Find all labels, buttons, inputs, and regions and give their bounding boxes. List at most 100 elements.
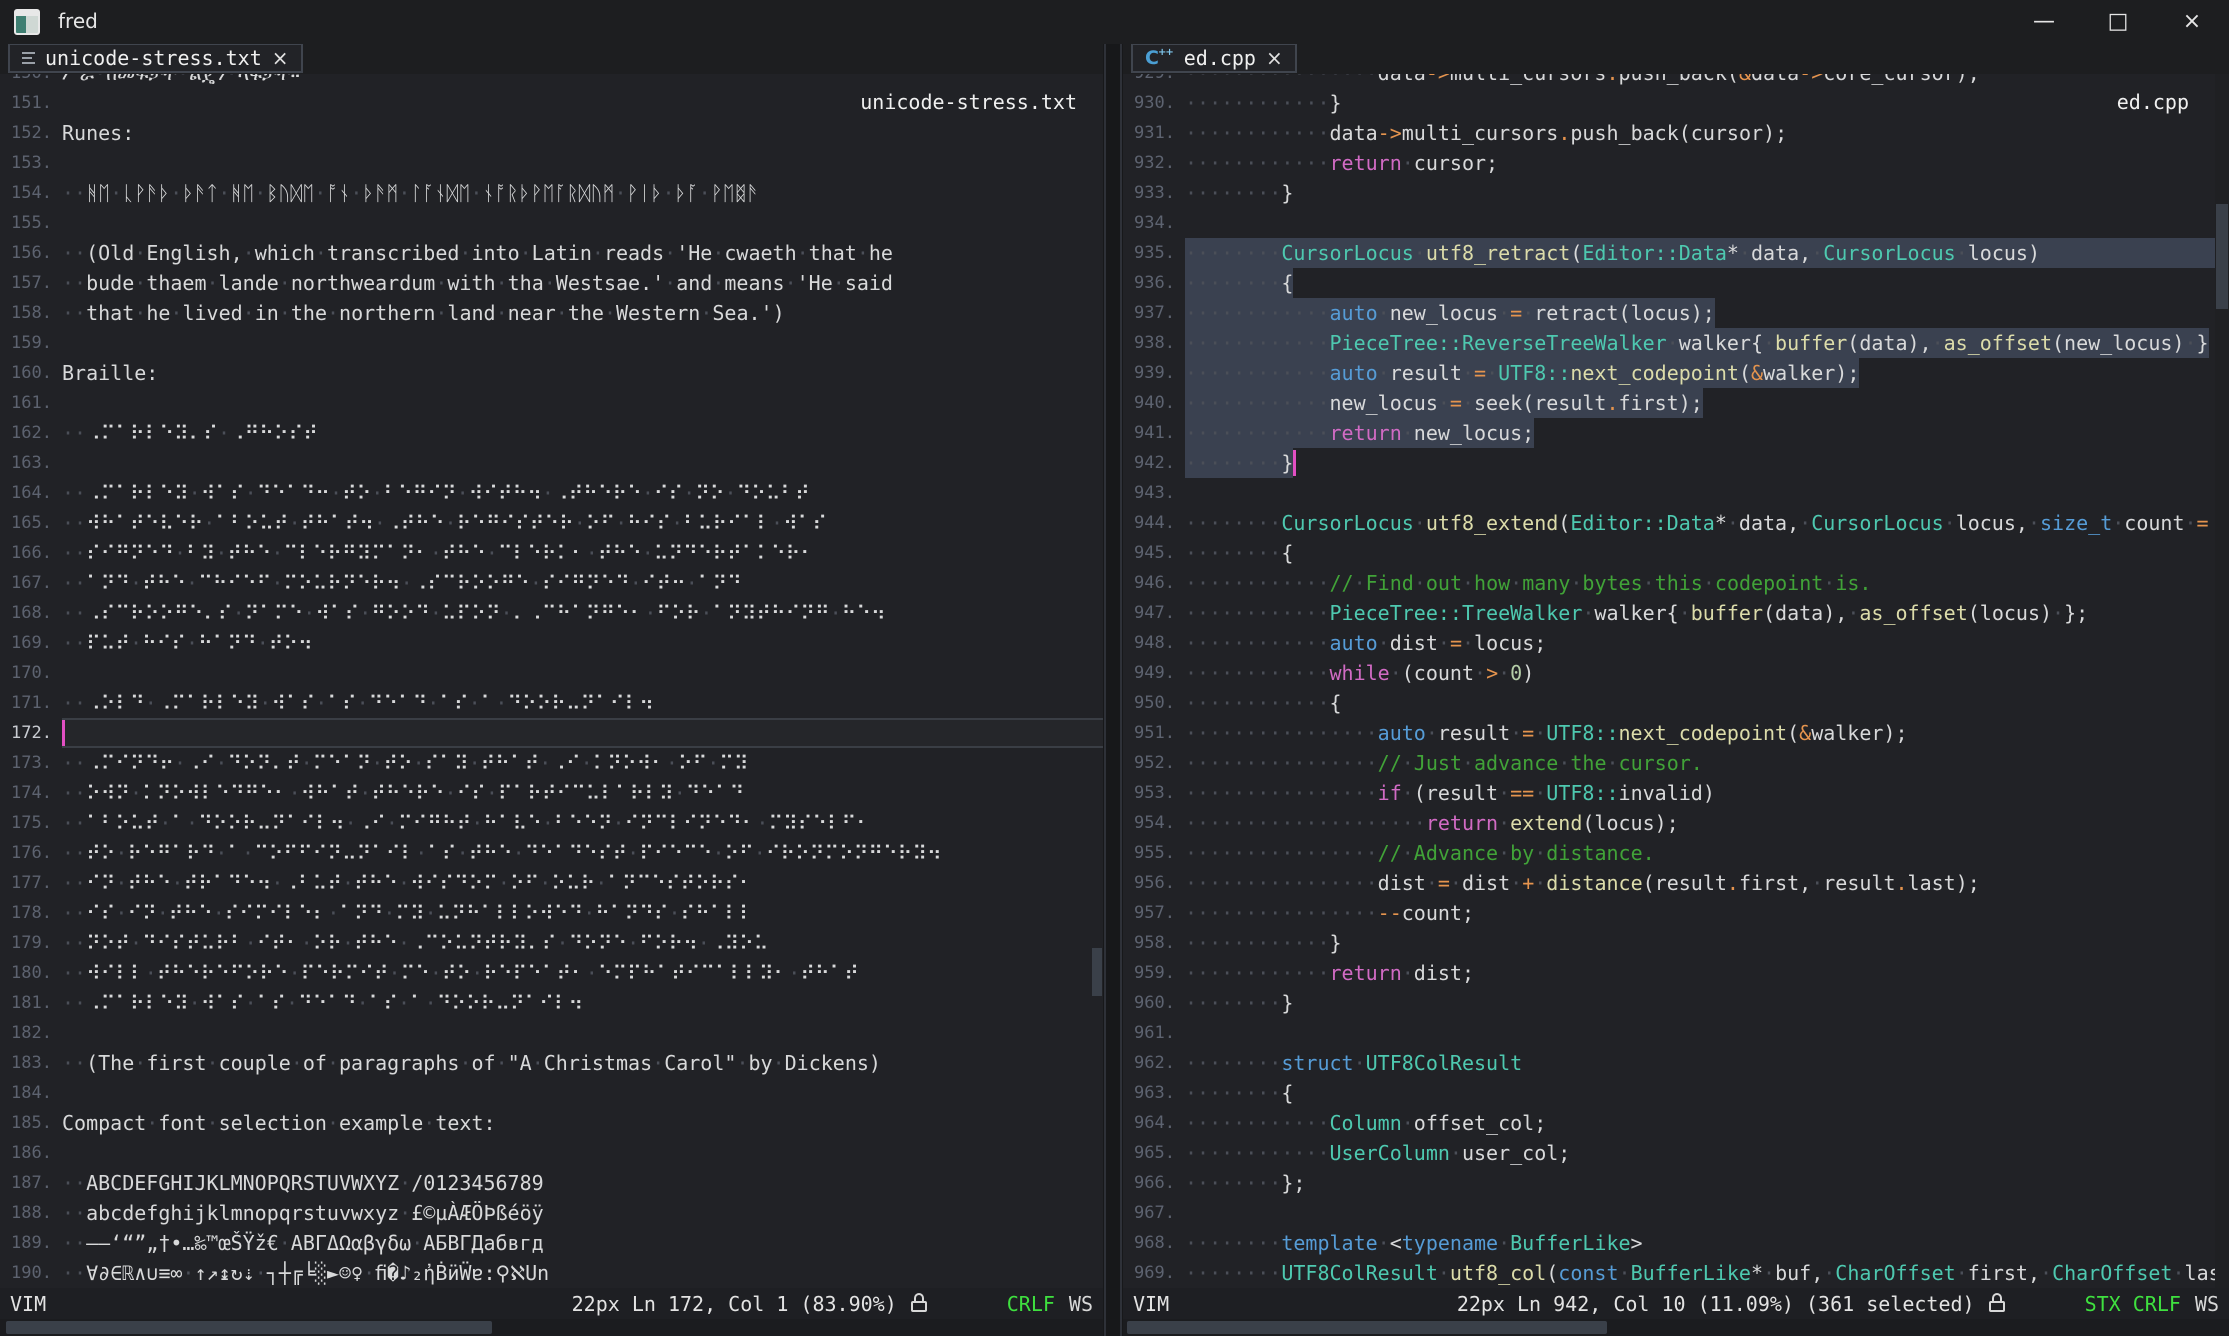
scrollbar-thumb[interactable] <box>1127 1321 1607 1334</box>
editor-line[interactable]: 941.············return·new_locus; <box>1123 418 2215 448</box>
line-number[interactable]: 159. <box>0 328 52 358</box>
line-number[interactable]: 150. <box>0 74 52 88</box>
editor-line[interactable]: 963.········{ <box>1123 1078 2215 1108</box>
editor-line[interactable]: 173.··⠠⠍⠊⠝⠙⠖·⠠⠊·⠙⠕⠝⠄⠞·⠍⠑⠁⠝·⠞⠕·⠎⠁⠽·⠞⠓⠁⠞·⠠… <box>0 748 1103 778</box>
line-number[interactable]: 948. <box>1123 628 1175 658</box>
tab-close-icon[interactable]: × <box>1266 46 1283 70</box>
maximize-button[interactable]: □ <box>2081 0 2155 44</box>
line-number[interactable]: 951. <box>1123 718 1175 748</box>
line-number[interactable]: 963. <box>1123 1078 1175 1108</box>
line-number[interactable]: 166. <box>0 538 52 568</box>
line-number[interactable]: 965. <box>1123 1138 1175 1168</box>
editor-line[interactable]: 177.··⠊⠝·⠞⠓⠑·⠞⠗⠁⠙⠑⠲·⠠⠃⠥⠞·⠞⠓⠑·⠺⠊⠎⠙⠕⠍·⠕⠋·⠕… <box>0 868 1103 898</box>
editor-line[interactable]: 182. <box>0 1018 1103 1048</box>
line-number[interactable]: 163. <box>0 448 52 478</box>
line-number[interactable]: 162. <box>0 418 52 448</box>
editor-line[interactable]: 944.········CursorLocus·utf8_extend(Edit… <box>1123 508 2215 538</box>
editor-line[interactable]: 155. <box>0 208 1103 238</box>
whitespace-indicator[interactable]: WS <box>1069 1292 1093 1316</box>
line-number[interactable]: 958. <box>1123 928 1175 958</box>
line-number[interactable]: 952. <box>1123 748 1175 778</box>
line-number[interactable]: 962. <box>1123 1048 1175 1078</box>
line-number[interactable]: 949. <box>1123 658 1175 688</box>
line-number[interactable]: 950. <box>1123 688 1175 718</box>
line-number[interactable]: 189. <box>0 1228 52 1258</box>
line-number[interactable]: 184. <box>0 1078 52 1108</box>
line-number[interactable]: 180. <box>0 958 52 988</box>
editor-line[interactable]: 170. <box>0 658 1103 688</box>
editor-line[interactable]: 931.············data->multi_cursors.push… <box>1123 118 2215 148</box>
editor-line[interactable]: 161. <box>0 388 1103 418</box>
line-number[interactable]: 955. <box>1123 838 1175 868</box>
line-number[interactable]: 186. <box>0 1138 52 1168</box>
line-number[interactable]: 944. <box>1123 508 1175 538</box>
editor-line[interactable]: 163. <box>0 448 1103 478</box>
editor-line[interactable]: 176.··⠞⠕·⠗⠑⠛⠁⠗⠙·⠁·⠉⠕⠋⠋⠊⠝⠤⠝⠁⠊⠇·⠁⠎·⠞⠓⠑·⠙⠑⠁… <box>0 838 1103 868</box>
editor-line[interactable]: 190.··∀∂∈ℝ∧∪≡∞·↑↗↨↻⇣·┐┼╔╘░►☺♀·ﬁ�♪₂ἠḂӥẄɐ:… <box>0 1258 1103 1288</box>
line-number[interactable]: 960. <box>1123 988 1175 1018</box>
line-number[interactable]: 181. <box>0 988 52 1018</box>
editor-line[interactable]: 154.··ᚻᛖ·ᚳᚹᚫᚦ·ᚦᚫᛏ·ᚻᛖ·ᛒᚢᛞᛖ·ᚩᚾ·ᚦᚫᛗ·ᛚᚪᚾᛞᛖ·ᚾ… <box>0 178 1103 208</box>
line-number[interactable]: 168. <box>0 598 52 628</box>
line-number[interactable]: 171. <box>0 688 52 718</box>
editor-line[interactable]: 157.··bude·thaem·lande·northweardum·with… <box>0 268 1103 298</box>
line-number[interactable]: 160. <box>0 358 52 388</box>
editor-line[interactable]: 966.········}; <box>1123 1168 2215 1198</box>
editor-line[interactable]: 184. <box>0 1078 1103 1108</box>
editor-line[interactable]: 930.············} <box>1123 88 2215 118</box>
line-number[interactable]: 156. <box>0 238 52 268</box>
left-vertical-scrollbar[interactable] <box>1091 74 1103 1288</box>
right-vertical-scrollbar[interactable] <box>2215 74 2229 1288</box>
line-number[interactable]: 172. <box>0 718 52 748</box>
editor-line[interactable]: 937.············auto·new_locus·=·retract… <box>1123 298 2215 328</box>
line-number[interactable]: 957. <box>1123 898 1175 928</box>
editor-line[interactable]: 166.··⠎⠊⠛⠝⠑⠙·⠃⠽·⠞⠓⠑·⠉⠇⠑⠗⠛⠽⠍⠁⠝⠂·⠞⠓⠑·⠉⠇⠑⠗⠅… <box>0 538 1103 568</box>
line-number[interactable]: 155. <box>0 208 52 238</box>
tab-close-icon[interactable]: × <box>272 46 289 70</box>
editor-line[interactable]: 183.··(The·first·couple·of·paragraphs·of… <box>0 1048 1103 1078</box>
whitespace-indicator[interactable]: WS <box>2195 1292 2219 1316</box>
line-number[interactable]: 936. <box>1123 268 1175 298</box>
line-number[interactable]: 933. <box>1123 178 1175 208</box>
editor-line[interactable]: 187.··ABCDEFGHIJKLMNOPQRSTUVWXYZ·/012345… <box>0 1168 1103 1198</box>
editor-line[interactable]: 181.··⠠⠍⠁⠗⠇⠑⠽·⠺⠁⠎·⠁⠎·⠙⠑⠁⠙·⠁⠎·⠁·⠙⠕⠕⠗⠤⠝⠁⠊⠇… <box>0 988 1103 1018</box>
editor-line[interactable]: 169.··⠏⠥⠞·⠓⠊⠎·⠓⠁⠝⠙·⠞⠕⠲ <box>0 628 1103 658</box>
editor-line[interactable]: 929.················data->multi_cursors.… <box>1123 74 2215 88</box>
line-number[interactable]: 942. <box>1123 448 1175 478</box>
line-number[interactable]: 934. <box>1123 208 1175 238</box>
right-horizontal-scrollbar[interactable] <box>1123 1319 2229 1336</box>
editor-line[interactable]: 153. <box>0 148 1103 178</box>
line-number[interactable]: 938. <box>1123 328 1175 358</box>
minimize-button[interactable]: — <box>2007 0 2081 44</box>
editor-line[interactable]: 178.··⠊⠎·⠊⠝·⠞⠓⠑·⠎⠊⠍⠊⠇⠑⠆·⠁⠝⠙·⠍⠽·⠥⠝⠓⠁⠇⠇⠕⠺⠑… <box>0 898 1103 928</box>
line-number[interactable]: 932. <box>1123 148 1175 178</box>
line-number[interactable]: 954. <box>1123 808 1175 838</box>
scrollbar-thumb[interactable] <box>2216 204 2228 309</box>
line-number[interactable]: 188. <box>0 1198 52 1228</box>
line-number[interactable]: 151. <box>0 88 52 118</box>
editor-line[interactable]: 167.··⠁⠝⠙·⠞⠓⠑·⠉⠓⠊⠑⠋·⠍⠕⠥⠗⠝⠑⠗⠲·⠠⠎⠉⠗⠕⠕⠛⠑·⠎⠊… <box>0 568 1103 598</box>
close-button[interactable]: × <box>2155 0 2229 44</box>
editor-line[interactable]: 933.········} <box>1123 178 2215 208</box>
line-number[interactable]: 182. <box>0 1018 52 1048</box>
line-number[interactable]: 931. <box>1123 118 1175 148</box>
tab-unicode-stress[interactable]: unicode-stress.txt × <box>8 44 303 73</box>
editor-line[interactable]: 174.··⠕⠺⠝·⠅⠝⠕⠺⠇⠑⠙⠛⠑⠂·⠺⠓⠁⠞·⠞⠓⠑⠗⠑·⠊⠎·⠏⠁⠗⠞⠊… <box>0 778 1103 808</box>
editor-line[interactable]: 156.··(Old·English,·which·transcribed·in… <box>0 238 1103 268</box>
line-number[interactable]: 935. <box>1123 238 1175 268</box>
line-number[interactable]: 961. <box>1123 1018 1175 1048</box>
line-number[interactable]: 167. <box>0 568 52 598</box>
right-editor-content[interactable]: 929.················data->multi_cursors.… <box>1123 74 2215 1288</box>
line-number[interactable]: 177. <box>0 868 52 898</box>
editor-line[interactable]: 180.··⠺⠊⠇⠇·⠞⠓⠑⠗⠑⠋⠕⠗⠑·⠏⠑⠗⠍⠊⠞·⠍⠑·⠞⠕·⠗⠑⠏⠑⠁⠞… <box>0 958 1103 988</box>
editor-line[interactable]: 960.········} <box>1123 988 2215 1018</box>
line-number[interactable]: 173. <box>0 748 52 778</box>
line-number[interactable]: 937. <box>1123 298 1175 328</box>
editor-line[interactable]: 950.············{ <box>1123 688 2215 718</box>
editor-line[interactable]: 172. <box>0 718 1103 748</box>
line-number[interactable]: 170. <box>0 658 52 688</box>
editor-line[interactable]: 949.············while·(count·>·0) <box>1123 658 2215 688</box>
eol-indicator[interactable]: CRLF <box>1007 1292 1055 1316</box>
line-number[interactable]: 179. <box>0 928 52 958</box>
line-number[interactable]: 939. <box>1123 358 1175 388</box>
